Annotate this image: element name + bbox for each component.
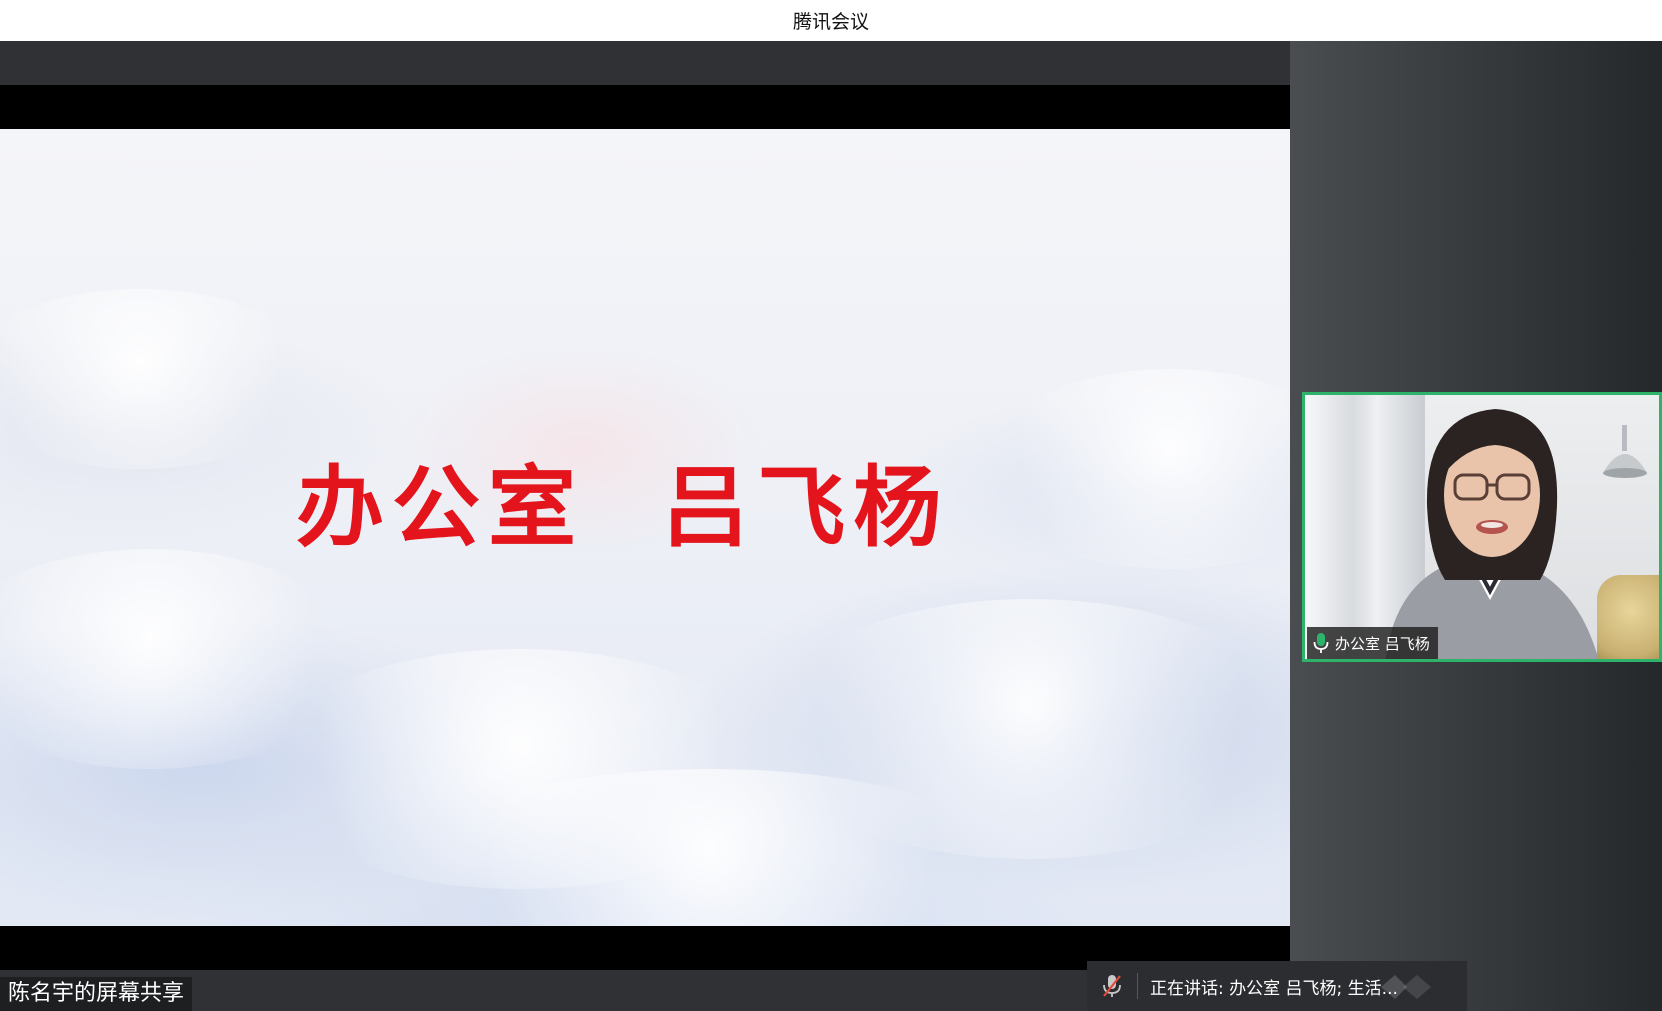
speaking-status-bar[interactable]: 正在讲话: 办公室 吕飞杨; 生活... xyxy=(1087,961,1467,1011)
speaking-status-text: 正在讲话: 办公室 吕飞杨; 生活... xyxy=(1150,978,1398,999)
slide-title: 办公室 吕飞杨 xyxy=(296,455,950,559)
held-object xyxy=(1597,575,1659,659)
cloud-decoration xyxy=(0,289,320,469)
cloud-decoration xyxy=(980,369,1290,569)
mic-muted-icon xyxy=(1103,975,1121,997)
screen-share-owner-label: 陈名宇的屏幕共享 xyxy=(0,977,193,1011)
status-mic-button[interactable] xyxy=(1087,961,1137,1011)
window-title: 腾讯会议 xyxy=(792,11,869,33)
shared-slide: 办公室 吕飞杨 xyxy=(0,129,1290,926)
mic-active-icon xyxy=(1313,633,1329,653)
status-divider xyxy=(1137,973,1138,999)
participant-video-tile[interactable]: 办公室 吕飞杨 xyxy=(1302,392,1662,662)
participant-video-person xyxy=(1385,409,1599,659)
participant-name: 办公室 吕飞杨 xyxy=(1335,634,1430,653)
watermark-icon xyxy=(1381,975,1431,999)
window-title-bar: 腾讯会议 xyxy=(0,0,1662,41)
participant-name-tag: 办公室 吕飞杨 xyxy=(1307,627,1438,659)
screen-share-area[interactable]: 办公室 吕飞杨 xyxy=(0,41,1290,1011)
letterbox-top xyxy=(0,85,1290,129)
